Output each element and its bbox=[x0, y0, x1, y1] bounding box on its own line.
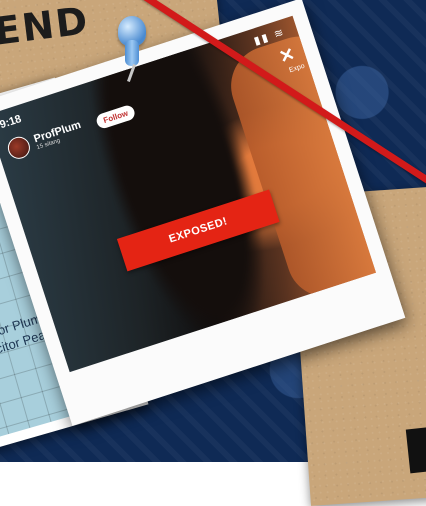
push-pin-icon bbox=[108, 16, 158, 86]
profile-text: ProfPlum 15 sitang bbox=[32, 119, 84, 151]
avatar[interactable] bbox=[5, 133, 33, 162]
status-time: 9:18 bbox=[0, 112, 23, 132]
pin-needle bbox=[127, 64, 136, 82]
dark-corner-shape bbox=[405, 426, 426, 474]
pin-body bbox=[125, 40, 139, 66]
